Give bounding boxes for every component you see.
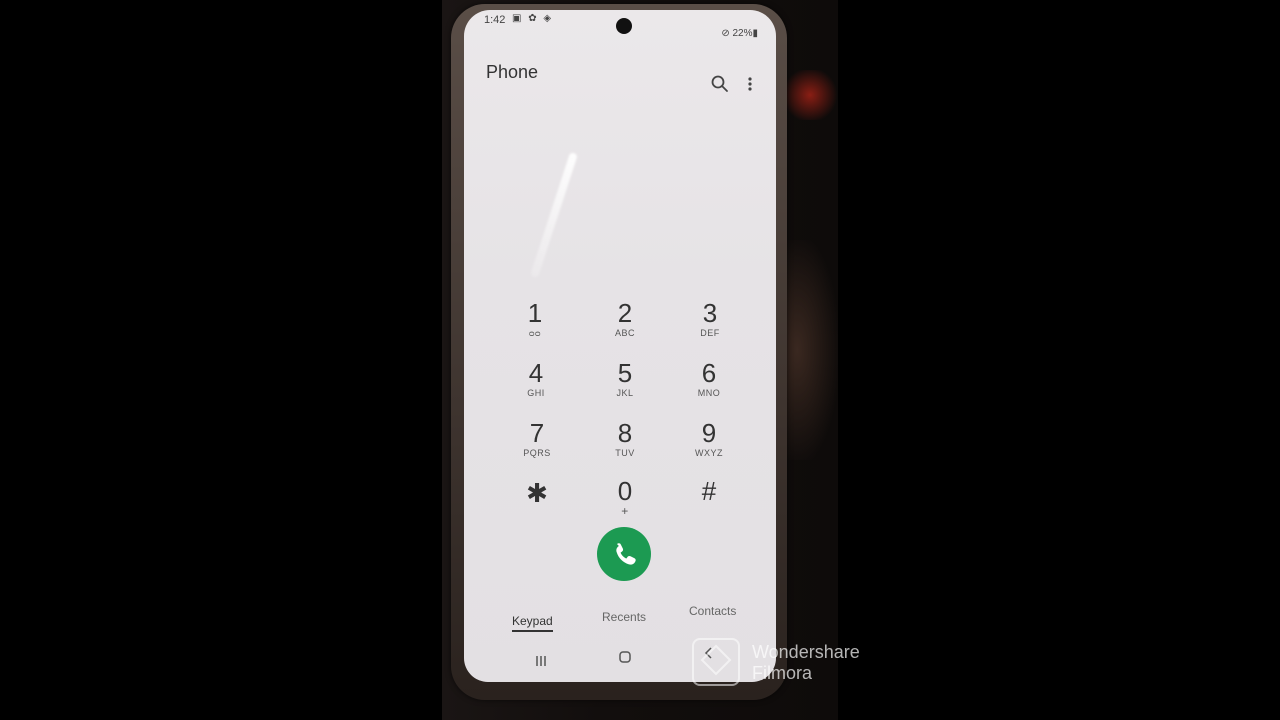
key-digit: 6	[701, 358, 717, 388]
key-letters: +	[621, 504, 629, 518]
key-star[interactable]: ✱	[502, 478, 572, 534]
search-icon	[711, 75, 728, 92]
key-3[interactable]: 3 DEF	[675, 298, 745, 354]
key-digit: 2	[617, 298, 633, 328]
filmora-watermark: Wondershare Filmora	[692, 638, 892, 690]
battery-status: ⊘ 22%▮	[721, 28, 758, 39]
front-camera	[616, 18, 632, 34]
tab-keypad[interactable]: Keypad	[512, 614, 553, 632]
key-digit: ✱	[526, 478, 548, 508]
phone-screen: 1:42 ▣ ✿ ◈ ⊘ 22%▮ Phone 1 ᴑᴑ 2 ABC 3 DEF…	[464, 10, 776, 682]
key-8[interactable]: 8 TUV	[590, 418, 660, 474]
key-digit: 0	[617, 476, 633, 506]
key-digit: 5	[617, 358, 633, 388]
screen-glare	[530, 151, 578, 279]
key-4[interactable]: 4 GHI	[501, 358, 571, 414]
key-letters: GHI	[527, 388, 545, 398]
key-digit: #	[701, 476, 717, 506]
call-button[interactable]	[597, 527, 651, 581]
tab-contacts[interactable]: Contacts	[689, 604, 736, 618]
key-letters: DEF	[700, 328, 720, 338]
key-digit: 4	[528, 358, 544, 388]
key-2[interactable]: 2 ABC	[590, 298, 660, 354]
tab-recents[interactable]: Recents	[602, 610, 646, 624]
more-options-button[interactable]	[742, 74, 758, 94]
recents-nav-icon	[536, 656, 546, 666]
search-button[interactable]	[710, 74, 730, 94]
key-6[interactable]: 6 MNO	[674, 358, 744, 414]
key-letters: TUV	[615, 448, 635, 458]
more-vert-icon	[748, 77, 752, 91]
background-red-light	[780, 70, 840, 120]
key-5[interactable]: 5 JKL	[590, 358, 660, 414]
watermark-line-1: Wondershare	[752, 642, 860, 662]
home-nav-button[interactable]	[618, 650, 632, 669]
key-digit: 7	[529, 418, 545, 448]
key-0[interactable]: 0 +	[590, 476, 660, 532]
key-letters: ABC	[614, 328, 635, 338]
bottom-tabs: Keypad Recents Contacts	[464, 604, 776, 636]
key-digit: 9	[701, 418, 717, 448]
page-title: Phone	[486, 62, 539, 82]
key-hash[interactable]: #	[674, 476, 744, 532]
key-letters: MNO	[697, 388, 721, 398]
recents-nav-button[interactable]	[534, 654, 548, 673]
key-digit: 1	[527, 298, 543, 328]
status-bar: 1:42 ▣ ✿ ◈ ⊘ 22%▮	[464, 10, 776, 39]
key-digit: 3	[702, 298, 718, 328]
status-notification-icons: ▣ ✿ ◈	[512, 13, 554, 24]
key-letters: PQRS	[523, 448, 551, 458]
phone-icon	[616, 543, 636, 565]
filmora-logo-icon	[692, 638, 740, 686]
video-stage: 1:42 ▣ ✿ ◈ ⊘ 22%▮ Phone 1 ᴑᴑ 2 ABC 3 DEF…	[0, 0, 1280, 720]
key-letters: WXYZ	[695, 448, 723, 458]
watermark-line-2: Filmora	[752, 663, 813, 683]
home-nav-icon	[619, 651, 631, 663]
key-digit: 8	[617, 418, 633, 448]
key-letters: JKL	[616, 388, 634, 398]
key-1[interactable]: 1 ᴑᴑ	[500, 298, 570, 354]
status-time: 1:42	[484, 14, 506, 26]
voicemail-icon: ᴑᴑ	[529, 328, 541, 338]
key-7[interactable]: 7 PQRS	[502, 418, 572, 474]
watermark-text: Wondershare Filmora	[752, 642, 860, 684]
key-9[interactable]: 9 WXYZ	[674, 418, 744, 474]
